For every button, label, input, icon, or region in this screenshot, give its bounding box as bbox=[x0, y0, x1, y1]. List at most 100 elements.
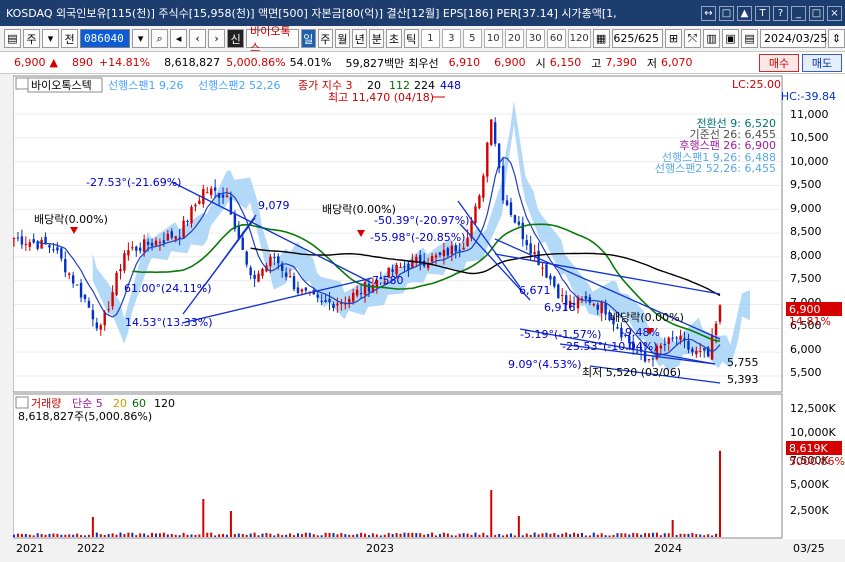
interval-5[interactable]: 5 bbox=[462, 29, 482, 48]
market-type-select[interactable]: 주 bbox=[23, 29, 40, 48]
candle-body bbox=[225, 195, 229, 198]
candle-body bbox=[695, 350, 698, 355]
lc-label: LC:25.00 bbox=[732, 78, 781, 91]
candle-body bbox=[675, 337, 678, 339]
period-year[interactable]: 년 bbox=[352, 29, 368, 48]
settings-icon[interactable]: ▦ bbox=[592, 29, 610, 48]
volume-bar bbox=[68, 534, 71, 537]
period-tick[interactable]: 틱 bbox=[403, 29, 419, 48]
close-icon[interactable]: × bbox=[827, 5, 842, 21]
period-week[interactable]: 주 bbox=[317, 29, 333, 48]
volume-bar bbox=[103, 534, 106, 537]
volume-bar bbox=[470, 534, 473, 537]
chart-menu-icon[interactable]: ▤ bbox=[4, 29, 21, 48]
text-icon[interactable]: T bbox=[755, 5, 770, 21]
candle-body bbox=[584, 296, 588, 299]
volume-bar bbox=[202, 499, 205, 537]
link-icon[interactable]: ↔ bbox=[701, 5, 716, 21]
period-second[interactable]: 초 bbox=[386, 29, 402, 48]
volume-bar bbox=[344, 534, 347, 537]
volume-toggle-icon[interactable] bbox=[15, 396, 29, 409]
candle-body bbox=[616, 327, 619, 329]
volume-bar bbox=[391, 534, 394, 537]
volume-bar bbox=[352, 534, 355, 537]
chevron-down-icon[interactable]: ▾ bbox=[42, 29, 59, 48]
date-field[interactable]: 2024/03/25 bbox=[760, 29, 827, 48]
prev-button[interactable]: 전 bbox=[61, 29, 78, 48]
candle-body bbox=[592, 303, 595, 306]
turnover-rate: 54.01% bbox=[289, 56, 332, 69]
volume-bar bbox=[529, 534, 532, 537]
volume-bar bbox=[135, 535, 138, 537]
interval-1[interactable]: 1 bbox=[420, 29, 440, 48]
annot-6671: 6,671 bbox=[519, 284, 551, 297]
candle-body bbox=[525, 240, 528, 246]
volume-bar bbox=[261, 533, 264, 537]
bar-count-field[interactable]: 625/625 bbox=[611, 29, 664, 48]
buy-button[interactable]: 매수 bbox=[759, 54, 799, 72]
interval-60[interactable]: 60 bbox=[546, 29, 566, 48]
candle-body bbox=[87, 300, 91, 308]
volume-bar bbox=[119, 532, 122, 537]
interval-120[interactable]: 120 bbox=[567, 29, 591, 48]
candle-body bbox=[324, 300, 327, 303]
candle-body bbox=[292, 276, 296, 290]
candle-body bbox=[486, 142, 489, 177]
code-dropdown-icon[interactable]: ▾ bbox=[132, 29, 150, 48]
candle-body bbox=[521, 222, 524, 240]
candle-body bbox=[68, 273, 71, 276]
up-arrow-icon[interactable]: ▲ bbox=[737, 5, 752, 21]
interval-20[interactable]: 20 bbox=[504, 29, 524, 48]
speaker-icon[interactable]: ◂ bbox=[170, 29, 188, 48]
panel-toggle-icon[interactable] bbox=[15, 77, 29, 90]
period-month[interactable]: 월 bbox=[334, 29, 351, 48]
candle-body bbox=[667, 337, 670, 344]
date-spin-icon[interactable]: ⇕ bbox=[828, 29, 845, 48]
annot-angle-2: -50.39°(-20.97%) bbox=[374, 214, 469, 227]
interval-10[interactable]: 10 bbox=[483, 29, 503, 48]
low-note: 최저 5,520 (03/06) bbox=[582, 366, 681, 379]
help-icon[interactable]: ? bbox=[773, 5, 788, 21]
volume-bar bbox=[277, 533, 280, 537]
open-label: 시 bbox=[535, 56, 546, 70]
volume-bar bbox=[431, 532, 434, 537]
candle-body bbox=[359, 293, 363, 295]
next-stock-icon[interactable]: › bbox=[208, 29, 226, 48]
save-icon[interactable]: ▣ bbox=[722, 29, 740, 48]
chart-type-icon[interactable]: ⊞ bbox=[665, 29, 683, 48]
volume-bar bbox=[596, 534, 599, 537]
candle-body bbox=[190, 206, 193, 224]
volume-bar bbox=[281, 535, 284, 537]
period-minute[interactable]: 분 bbox=[369, 29, 385, 48]
volume-bar bbox=[139, 533, 142, 537]
interval-3[interactable]: 3 bbox=[441, 29, 461, 48]
search-icon[interactable]: ⌕ bbox=[151, 29, 169, 48]
volume-bar bbox=[667, 533, 670, 537]
stock-code-input[interactable]: 086040 bbox=[80, 29, 131, 48]
sell-button[interactable]: 매도 bbox=[802, 54, 842, 72]
volume-bar bbox=[300, 534, 303, 537]
chart-area[interactable]: 바이오톡스텍 선행스팬1 9,26 선행스팬2 52,26 종가 지수 3 20… bbox=[0, 74, 845, 562]
info-badge[interactable]: 신 bbox=[227, 29, 245, 48]
volume-legend-ma60: 60 bbox=[132, 397, 146, 410]
grid-icon[interactable]: ▥ bbox=[703, 29, 721, 48]
prev-stock-icon[interactable]: ‹ bbox=[189, 29, 207, 48]
interval-30[interactable]: 30 bbox=[525, 29, 545, 48]
candle-body bbox=[213, 187, 217, 191]
maximize-icon[interactable]: □ bbox=[809, 5, 824, 21]
candle-body bbox=[202, 188, 205, 204]
period-day[interactable]: 일 bbox=[300, 29, 316, 48]
window-icon[interactable]: □ bbox=[719, 5, 734, 21]
legend-span2: 선행스팬2 52,26 bbox=[198, 79, 280, 92]
candle-body bbox=[210, 188, 213, 195]
minimize-icon[interactable]: _ bbox=[791, 5, 806, 21]
candle-body bbox=[56, 247, 59, 251]
volume-bar bbox=[245, 534, 248, 537]
price-panel-name: 바이오톡스텍 bbox=[31, 79, 92, 92]
volume-bar bbox=[95, 532, 98, 537]
volume-bar bbox=[399, 533, 402, 537]
current-volume-pct: 5000.86% bbox=[789, 455, 845, 468]
candle-body bbox=[277, 256, 280, 264]
indicator-icon[interactable]: ⤲ bbox=[684, 29, 702, 48]
calendar-icon[interactable]: ▤ bbox=[741, 29, 759, 48]
